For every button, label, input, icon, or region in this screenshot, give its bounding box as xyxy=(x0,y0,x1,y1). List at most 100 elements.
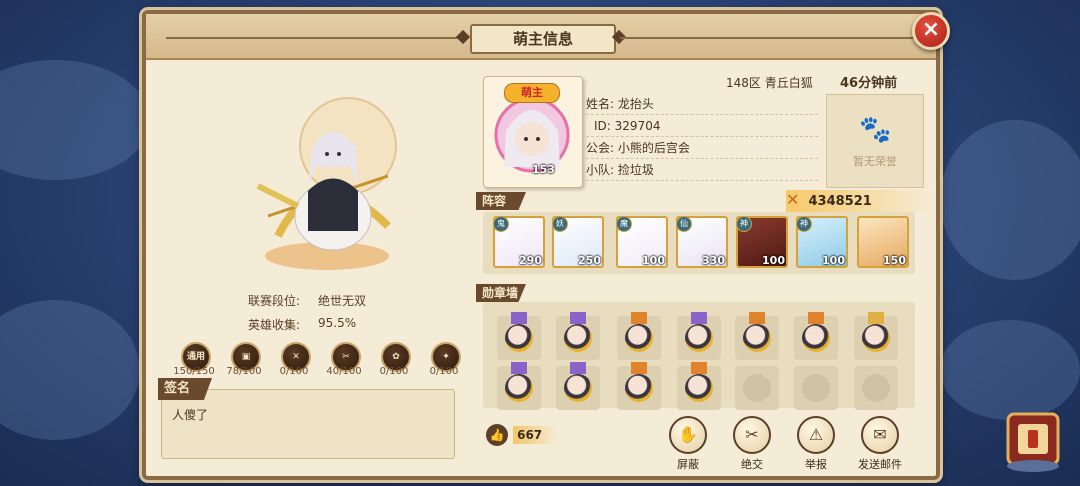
medal-empty-slot[interactable] xyxy=(854,366,898,410)
hero-level: 290 xyxy=(519,254,542,267)
honor-box: 🐾 暂无荣誉 xyxy=(826,94,924,188)
signature-box: 签名 人傻了 xyxy=(158,378,455,459)
team-row: 小队: 捡垃圾 xyxy=(586,160,818,181)
category-count: 150/150 xyxy=(173,366,215,377)
close-button[interactable]: × xyxy=(912,12,950,50)
player-level: 153 xyxy=(532,163,555,176)
empty-medal-icon xyxy=(743,374,771,402)
id-label: ID: xyxy=(594,119,611,133)
report-label: 举报 xyxy=(805,458,827,471)
medal-portrait xyxy=(564,324,592,352)
player-avatar-card[interactable]: 萌主 153 xyxy=(483,76,583,188)
signature-title: 签名 xyxy=(158,378,212,400)
broken-heart-icon: ✂ xyxy=(733,416,771,454)
lineup-box: 鬼 290 妖 250 魔 100 仙 330 神 100 神 100 150 xyxy=(483,212,915,274)
medal-portrait xyxy=(625,374,653,402)
medal-wall xyxy=(483,302,915,410)
showcase-hero-portrait xyxy=(256,97,397,270)
category-count: 0/100 xyxy=(379,366,409,377)
hero-faction-badge: 仙 xyxy=(676,216,692,232)
empty-medal-icon xyxy=(802,374,830,402)
power-display: ✕ 4348521 xyxy=(786,190,936,212)
player-name: 龙抬头 xyxy=(617,97,654,111)
medal[interactable] xyxy=(497,362,541,410)
medal[interactable] xyxy=(735,312,779,360)
medal-portrait xyxy=(862,324,890,352)
honor-text: 暂无荣誉 xyxy=(853,155,897,168)
lineup-hero-slot[interactable]: 鬼 290 xyxy=(493,216,545,268)
hero-level: 250 xyxy=(578,254,601,267)
medal[interactable] xyxy=(556,312,600,360)
hero-level: 100 xyxy=(762,254,785,267)
unfriend-button[interactable]: ✂ 绝交 xyxy=(722,416,782,472)
thumbs-up-icon: 👍 xyxy=(486,424,508,446)
medal-portrait xyxy=(685,324,713,352)
lineup-hero-slot[interactable]: 神 100 xyxy=(796,216,848,268)
like-count: 667 xyxy=(513,426,559,444)
medal[interactable] xyxy=(497,312,541,360)
crossed-swords-icon: ✕ xyxy=(786,190,800,209)
guild-name[interactable]: 小熊的后宫会 xyxy=(618,141,690,155)
medal-ribbon xyxy=(511,362,527,374)
medal[interactable] xyxy=(854,312,898,360)
medal[interactable] xyxy=(677,312,721,360)
avatar-badge: 萌主 xyxy=(504,83,560,103)
lineup-hero-slot[interactable]: 仙 330 xyxy=(676,216,728,268)
medal-portrait xyxy=(685,374,713,402)
diamond-icon xyxy=(455,29,471,45)
hero-collection-value: 95.5% xyxy=(318,316,357,330)
block-label: 屏蔽 xyxy=(677,458,699,471)
medal-empty-slot[interactable] xyxy=(735,366,779,410)
medal-portrait xyxy=(505,374,533,402)
medal[interactable] xyxy=(794,312,838,360)
hero-faction-badge: 神 xyxy=(796,216,812,232)
medal[interactable] xyxy=(677,362,721,410)
server-name: 148区 青丘白狐 xyxy=(726,76,813,90)
power-value: 4348521 xyxy=(808,194,872,209)
medal[interactable] xyxy=(617,362,661,410)
lineup-hero-slot[interactable]: 150 xyxy=(857,216,909,268)
medal[interactable] xyxy=(617,312,661,360)
lineup-hero-slot[interactable]: 魔 100 xyxy=(616,216,668,268)
league-rank-value: 绝世无双 xyxy=(318,294,367,308)
medal-empty-slot[interactable] xyxy=(794,366,838,410)
block-icon: ✋ xyxy=(669,416,707,454)
name-label: 姓名: xyxy=(586,97,615,111)
hero-faction-badge: 魔 xyxy=(616,216,632,232)
category-count: 0/100 xyxy=(279,366,309,377)
paw-icon: 🐾 xyxy=(859,115,892,145)
hero-faction-badge: 鬼 xyxy=(493,216,509,232)
block-button[interactable]: ✋ 屏蔽 xyxy=(658,416,718,472)
medal-portrait xyxy=(505,324,533,352)
medal-portrait xyxy=(743,324,771,352)
book-menu-icon[interactable] xyxy=(1000,408,1066,474)
title-divider xyxy=(166,37,462,39)
medal[interactable] xyxy=(556,362,600,410)
background-cloud xyxy=(940,120,1080,280)
medal-ribbon xyxy=(570,312,586,324)
hero-level: 100 xyxy=(822,254,845,267)
medal-ribbon xyxy=(868,312,884,324)
player-id: 329704 xyxy=(614,119,661,133)
medal-ribbon xyxy=(511,312,527,324)
medal-ribbon xyxy=(691,312,707,324)
background-cloud xyxy=(0,60,150,180)
name-row: 姓名: 龙抬头 xyxy=(586,94,818,115)
hero-collection-label: 英雄收集: xyxy=(247,318,300,332)
empty-medal-icon xyxy=(862,374,890,402)
signature-text: 人傻了 xyxy=(172,408,209,422)
medal-portrait xyxy=(564,374,592,402)
medal-portrait xyxy=(802,324,830,352)
lineup-hero-slot[interactable]: 妖 250 xyxy=(552,216,604,268)
category-count: 0/100 xyxy=(429,366,459,377)
report-button[interactable]: ⚠ 举报 xyxy=(786,416,846,472)
league-rank-label: 联赛段位: xyxy=(247,294,300,308)
title-divider xyxy=(620,37,916,39)
hero-faction-badge: 妖 xyxy=(552,216,568,232)
hero-level: 330 xyxy=(702,254,725,267)
last-online: 46分钟前 xyxy=(840,76,898,91)
like-button[interactable]: 👍 667 xyxy=(486,424,576,448)
guild-label: 公会: xyxy=(586,141,615,155)
lineup-hero-slot[interactable]: 神 100 xyxy=(736,216,788,268)
send-mail-button[interactable]: ✉ 发送邮件 xyxy=(850,416,910,472)
